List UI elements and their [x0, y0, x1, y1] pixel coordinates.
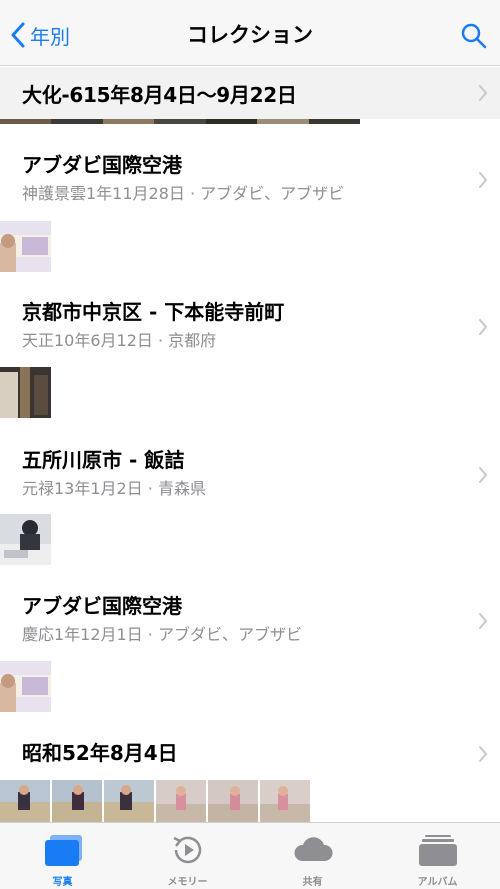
chevron-right-icon [478, 612, 488, 630]
tab-albums[interactable]: アルバム [375, 823, 500, 889]
chevron-right-icon [478, 171, 488, 189]
tab-memories-label: メモリー [167, 877, 208, 888]
photo-thumbnail[interactable] [0, 661, 51, 712]
tab-photos-label: 写真 [52, 877, 73, 888]
photos-icon [44, 835, 82, 866]
photo-thumbnail[interactable] [208, 780, 258, 822]
page-title: コレクション [187, 23, 313, 47]
navigation-bar: 年別 コレクション [0, 0, 500, 66]
moment-subtitle: 神護景雲1年11月28日 · アブダビ、アブザビ [22, 184, 345, 203]
moment-title: 五所川原市 - 飯詰 [22, 448, 185, 472]
photo-thumbnail[interactable] [0, 514, 51, 565]
photo-thumbnail[interactable] [260, 780, 310, 822]
search-icon[interactable] [460, 22, 488, 50]
photo-thumbnail[interactable] [52, 780, 102, 822]
photo-thumbnail[interactable] [104, 780, 154, 822]
tab-bar: 写真 メモリー 共有 アルバム [0, 822, 500, 889]
moment-subtitle: 元禄13年1月2日 · 青森県 [22, 479, 206, 498]
albums-icon [418, 835, 457, 866]
tab-albums-label: アルバム [417, 877, 458, 888]
photo-thumbnail[interactable] [156, 780, 206, 822]
thumbnail-strip [0, 780, 310, 822]
tab-memories[interactable]: メモリー [125, 823, 250, 889]
moment-subtitle: 天正10年6月12日 · 京都府 [22, 331, 217, 350]
chevron-right-icon [478, 318, 488, 336]
collection-header[interactable]: 大化-615年8月4日〜9月22日 [0, 67, 500, 119]
collection-header-label: 大化-615年8月4日〜9月22日 [22, 82, 297, 107]
tab-shared-label: 共有 [302, 877, 323, 888]
photo-thumbnail[interactable] [0, 367, 51, 418]
chevron-right-icon [478, 84, 488, 102]
photo-thumbnail[interactable] [0, 221, 51, 272]
photo-thumbnail[interactable] [0, 780, 50, 822]
moment-title: アブダビ国際空港 [22, 594, 182, 618]
memories-icon [172, 836, 201, 864]
chevron-right-icon [478, 745, 488, 763]
moment-title: アブダビ国際空港 [22, 153, 182, 177]
thumbnail-strip [0, 119, 360, 124]
cloud-icon [293, 837, 333, 861]
moment-title: 昭和52年8月4日 [22, 741, 178, 765]
moment-subtitle: 慶応1年12月1日 · アブダビ、アブザビ [22, 625, 302, 644]
tab-shared[interactable]: 共有 [250, 823, 375, 889]
moment-title: 京都市中京区 - 下本能寺前町 [22, 300, 285, 324]
tab-photos[interactable]: 写真 [0, 823, 125, 889]
chevron-right-icon [478, 466, 488, 484]
